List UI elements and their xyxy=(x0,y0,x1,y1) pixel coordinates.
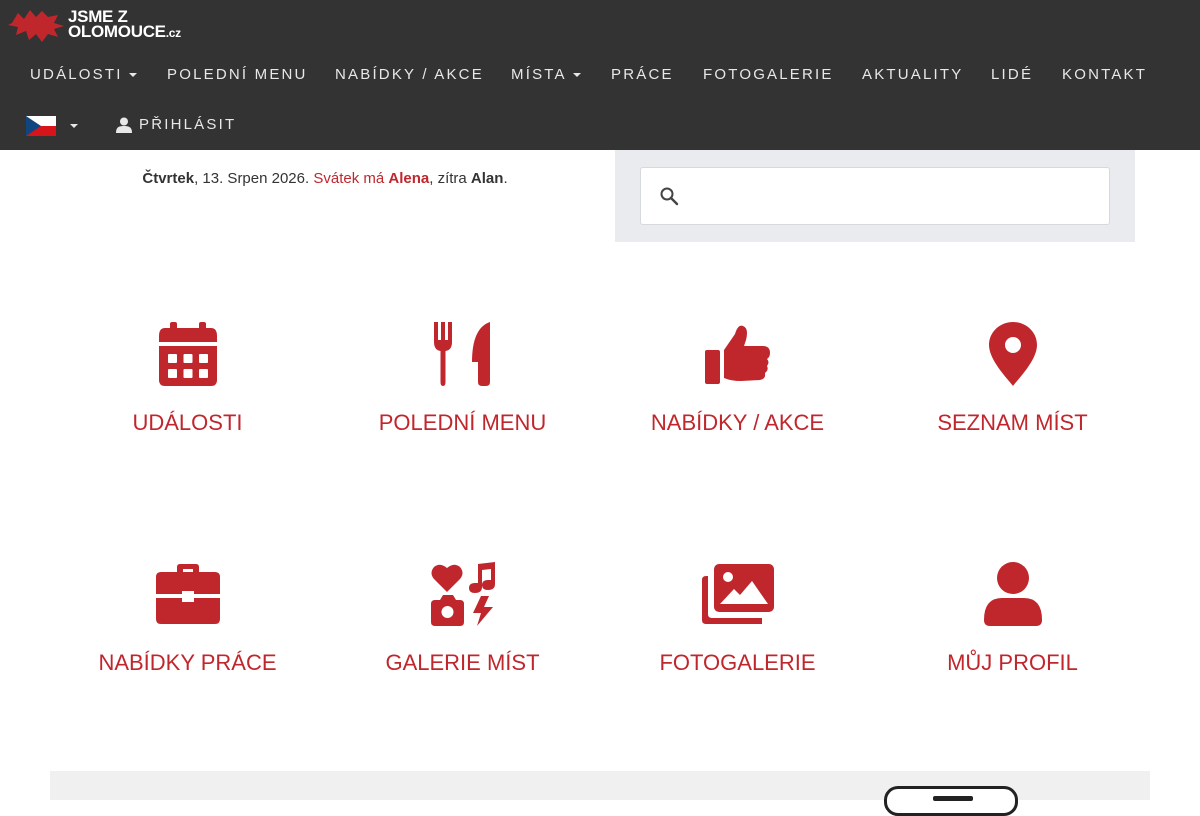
logo-suffix: .cz xyxy=(165,26,181,40)
tile-events-label: UDÁLOSTI xyxy=(132,410,243,435)
photo-video-icon xyxy=(430,562,495,626)
nav-item-people[interactable]: LIDÉ xyxy=(991,62,1033,88)
main-menu: UDÁLOSTI POLEDNÍ MENU NABÍDKY / AKCE MÍS… xyxy=(0,62,1200,88)
briefcase-icon xyxy=(155,564,220,624)
site-logo[interactable]: JSME Z OLOMOUCE.cz xyxy=(8,6,181,44)
dateline-end: . xyxy=(503,170,508,187)
logo-line2: OLOMOUCE xyxy=(68,22,166,41)
nav-item-places-label: MÍSTA xyxy=(511,66,567,83)
nav-item-places[interactable]: MÍSTA xyxy=(511,62,581,88)
search-input[interactable] xyxy=(691,168,1101,224)
tile-my-profile[interactable]: MŮJ PROFIL xyxy=(875,560,1150,676)
phone-mockup-image xyxy=(884,786,1018,816)
czech-flag-icon xyxy=(26,116,56,136)
nav-item-events[interactable]: UDÁLOSTI xyxy=(30,62,137,88)
tile-places-label: SEZNAM MÍST xyxy=(937,410,1088,435)
tile-lunch-menu[interactable]: POLEDNÍ MENU xyxy=(325,320,600,436)
date-nameday-line: Čtvrtek, 13. Srpen 2026. Svátek má Alena… xyxy=(0,170,650,187)
nav-item-events-label: UDÁLOSTI xyxy=(30,66,123,83)
tile-gallery-places-label: GALERIE MÍST xyxy=(385,650,540,675)
tile-offers[interactable]: NABÍDKY / AKCE xyxy=(600,320,875,436)
nav-item-news[interactable]: AKTUALITY xyxy=(862,62,964,88)
nameday-label[interactable]: Svátek má xyxy=(313,170,388,187)
tile-lunch-menu-label: POLEDNÍ MENU xyxy=(378,410,547,435)
tile-offers-label: NABÍDKY / AKCE xyxy=(650,410,825,435)
nav-item-lunch[interactable]: POLEDNÍ MENU xyxy=(167,62,308,88)
chevron-down-icon xyxy=(70,124,78,128)
day-name: Čtvrtek xyxy=(142,170,195,187)
logo-text: JSME Z OLOMOUCE.cz xyxy=(68,8,181,41)
tile-photo-gallery-label: FOTOGALERIE xyxy=(659,650,816,675)
nav-item-jobs[interactable]: PRÁCE xyxy=(611,62,674,88)
tomorrow-label: , zítra xyxy=(429,170,471,187)
utensils-icon xyxy=(433,322,490,386)
nav-item-offers[interactable]: NABÍDKY / AKCE xyxy=(335,62,484,88)
thumbs-up-icon xyxy=(704,325,770,384)
language-selector[interactable] xyxy=(26,116,78,136)
tile-gallery-places[interactable]: GALERIE MÍST xyxy=(325,560,600,676)
user-icon xyxy=(983,562,1042,626)
chevron-down-icon xyxy=(572,73,581,78)
images-icon xyxy=(701,564,774,624)
phone-notch xyxy=(933,796,973,801)
search-icon xyxy=(660,187,679,206)
tile-events[interactable]: UDÁLOSTI xyxy=(50,320,325,436)
nav-item-contact[interactable]: KONTAKT xyxy=(1062,62,1147,88)
map-marker-icon xyxy=(988,322,1037,386)
user-icon xyxy=(116,117,132,133)
tile-jobs[interactable]: NABÍDKY PRÁCE xyxy=(50,560,325,676)
tile-jobs-label: NABÍDKY PRÁCE xyxy=(98,650,277,675)
nameday-today[interactable]: Alena xyxy=(388,170,429,187)
date-text: , 13. Srpen 2026. xyxy=(194,170,314,187)
login-label: PŘIHLÁSIT xyxy=(139,116,237,133)
nav-item-gallery[interactable]: FOTOGALERIE xyxy=(703,62,834,88)
calendar-icon xyxy=(158,322,217,386)
login-link[interactable]: PŘIHLÁSIT xyxy=(116,112,236,138)
chevron-down-icon xyxy=(128,73,137,78)
logo-icon xyxy=(8,10,64,42)
tile-places[interactable]: SEZNAM MÍST xyxy=(875,320,1150,436)
tile-my-profile-label: MŮJ PROFIL xyxy=(947,650,1078,675)
tile-photo-gallery[interactable]: FOTOGALERIE xyxy=(600,560,875,676)
search-panel xyxy=(615,150,1135,242)
search-box xyxy=(640,167,1110,225)
top-navbar: JSME Z OLOMOUCE.cz UDÁLOSTI POLEDNÍ MENU… xyxy=(0,0,1200,150)
nameday-tomorrow: Alan xyxy=(470,170,504,187)
